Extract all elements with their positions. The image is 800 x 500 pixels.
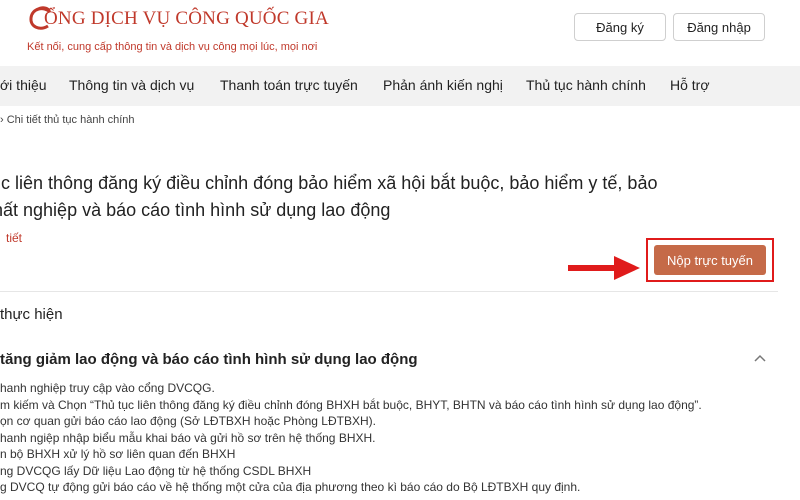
breadcrumb[interactable]: › Chi tiết thủ tục hành chính <box>0 114 135 126</box>
main-nav: ới thiệu Thông tin và dịch vụ Thanh toán… <box>0 66 800 106</box>
page-title-line-2: hất nghiệp và báo cáo tình hình sử dụng … <box>0 200 391 220</box>
login-button[interactable]: Đăng nhập <box>673 13 765 41</box>
list-item: n bộ BHXH xử lý hồ sơ liên quan đến BHXH <box>0 447 236 461</box>
chevron-up-icon[interactable] <box>753 352 767 366</box>
nav-item-intro[interactable]: ới thiệu <box>0 77 47 93</box>
site-header: ỔNG DỊCH VỤ CÔNG QUỐC GIA Kết nối, cung … <box>0 0 800 66</box>
section-title: thực hiện <box>0 306 63 323</box>
list-item: hanh nghiệp truy cập vào cổng DVCQG. <box>0 381 215 395</box>
accordion-title[interactable]: tăng giảm lao động và báo cáo tình hình … <box>0 351 418 368</box>
nav-item-feedback[interactable]: Phản ánh kiến nghị <box>383 77 503 93</box>
list-item: ng DVCQG lấy Dữ liệu Lao động từ hệ thốn… <box>0 463 312 478</box>
brand-title[interactable]: ỔNG DỊCH VỤ CÔNG QUỐC GIA <box>44 8 329 30</box>
list-item: hanh ngiệp nhập biểu mẫu khai báo và gửi… <box>0 430 376 445</box>
list-item: g DVCQ tự động gửi báo cáo về hệ thống m… <box>0 480 581 494</box>
submit-online-button[interactable]: Nộp trực tuyến <box>654 245 766 275</box>
detail-link[interactable]: tiết <box>6 231 22 245</box>
pointer-arrow-icon <box>568 256 640 280</box>
list-item: ọn cơ quan gửi báo cáo lao động (Sở LĐTB… <box>0 414 376 428</box>
brand-subtitle: Kết nối, cung cấp thông tin và dịch vụ c… <box>27 41 318 53</box>
nav-item-info-services[interactable]: Thông tin và dịch vụ <box>69 77 194 93</box>
nav-item-online-payment[interactable]: Thanh toán trực tuyến <box>220 77 358 93</box>
section-divider <box>0 291 778 292</box>
nav-item-admin-procedures[interactable]: Thủ tục hành chính <box>526 77 646 93</box>
page-title-line-1: ục liên thông đăng ký điều chỉnh đóng bả… <box>0 173 658 193</box>
page-title: ục liên thông đăng ký điều chỉnh đóng bả… <box>0 170 790 224</box>
steps-list: hanh nghiệp truy cập vào cổng DVCQG. m k… <box>0 380 800 496</box>
nav-item-support[interactable]: Hỗ trợ <box>670 77 710 93</box>
list-item: m kiếm và Chọn “Thủ tục liên thông đăng … <box>0 397 702 412</box>
register-button[interactable]: Đăng ký <box>574 13 666 41</box>
